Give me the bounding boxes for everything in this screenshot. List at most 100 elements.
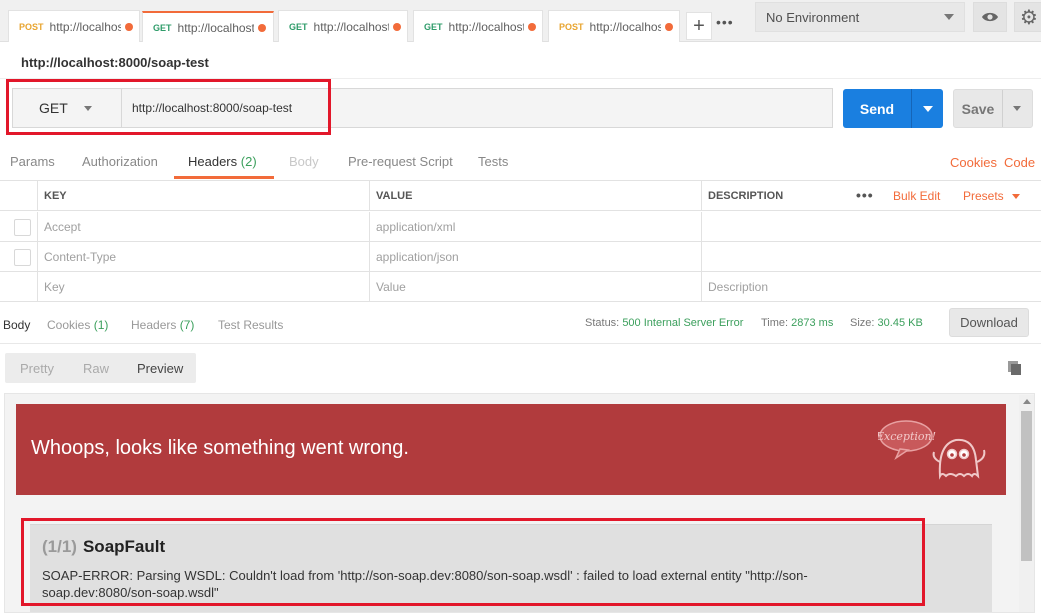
copy-icon[interactable] — [1007, 360, 1023, 376]
scroll-up-arrow-icon[interactable] — [1023, 399, 1031, 404]
response-time: Time: 2873 ms — [761, 317, 833, 329]
size-value: 30.45 KB — [877, 317, 923, 329]
response-tab-cookies-count: (1) — [93, 318, 109, 332]
chevron-down-icon — [944, 14, 954, 20]
exception-message: SOAP-ERROR: Parsing WSDL: Couldn't load … — [42, 568, 808, 600]
chevron-down-icon[interactable] — [923, 105, 933, 112]
row-checkbox[interactable] — [14, 248, 31, 266]
tab-headers[interactable]: Headers (2) — [188, 154, 257, 169]
divider — [911, 89, 912, 128]
tab-prerequest-script[interactable]: Pre-request Script — [348, 154, 453, 169]
exception-ghost-icon: Exception! — [878, 420, 986, 480]
row-checkbox-cell — [0, 242, 38, 272]
exception-title: (1/1) SoapFault — [42, 537, 165, 557]
send-button[interactable]: Send — [843, 89, 943, 128]
response-tab-cookies[interactable]: Cookies (1) — [47, 318, 108, 332]
response-tab-headers-count: (7) — [179, 318, 195, 332]
bulk-edit-link[interactable]: Bulk Edit — [893, 189, 940, 203]
tab-authorization[interactable]: Authorization — [82, 154, 158, 169]
response-preview: Whoops, looks like something went wrong.… — [4, 393, 1035, 613]
table-row: Accept application/xml — [0, 212, 1041, 242]
new-description-input[interactable]: Description — [702, 272, 1041, 302]
more-tabs-icon[interactable]: ••• — [716, 14, 734, 30]
view-raw-button[interactable]: Raw — [83, 361, 109, 376]
column-header-description: DESCRIPTION — [708, 190, 784, 202]
tab-method: GET — [289, 21, 308, 32]
request-tab[interactable]: GET http://localhost — [278, 10, 408, 42]
response-tab-cookies-label: Cookies — [47, 318, 91, 332]
divider — [1002, 90, 1003, 127]
gear-icon: ⚙ — [1020, 6, 1038, 29]
request-config-tabs: Params Authorization Headers (2) Body Pr… — [0, 148, 1041, 180]
view-preview-button[interactable]: Preview — [137, 361, 183, 376]
save-button-label: Save — [961, 100, 995, 117]
request-tab-bar: POST http://localhos GET http://localhos… — [0, 0, 1041, 42]
header-key-cell[interactable]: Content-Type — [38, 242, 370, 272]
presets-label: Presets — [963, 189, 1004, 203]
tab-tests[interactable]: Tests — [478, 154, 508, 169]
cookies-link[interactable]: Cookies — [950, 155, 997, 170]
eye-icon — [982, 12, 998, 22]
environment-select[interactable]: No Environment — [755, 2, 965, 32]
request-tab[interactable]: POST http://localhos — [548, 10, 680, 42]
environment-quick-look-button[interactable] — [973, 2, 1007, 32]
row-checkbox[interactable] — [14, 218, 31, 236]
request-tab[interactable]: GET http://localhost — [413, 10, 543, 42]
scrollbar-thumb[interactable] — [1021, 411, 1032, 561]
plus-icon: + — [693, 14, 705, 37]
request-tab-active[interactable]: GET http://localhost — [142, 11, 274, 42]
table-header-row: KEY VALUE DESCRIPTION ••• Bulk Edit Pres… — [0, 181, 1041, 211]
response-view-toggle: Pretty Raw Preview — [5, 353, 196, 383]
new-key-input[interactable]: Key — [38, 272, 370, 302]
exception-panel: (1/1) SoapFault SOAP-ERROR: Parsing WSDL:… — [30, 524, 992, 612]
headers-table: KEY VALUE DESCRIPTION ••• Bulk Edit Pres… — [0, 180, 1041, 302]
preview-scrollbar[interactable] — [1019, 395, 1034, 612]
status-label: Status: — [585, 317, 620, 329]
response-tab-body[interactable]: Body — [3, 318, 30, 332]
presets-link[interactable]: Presets — [963, 189, 1021, 203]
tab-params[interactable]: Params — [10, 154, 55, 169]
chevron-down-icon — [83, 105, 92, 111]
tab-method: POST — [19, 21, 44, 32]
http-method-value: GET — [39, 100, 68, 116]
request-url-input[interactable]: http://localhost:8000/soap-test — [122, 88, 833, 128]
response-size: Size: 30.45 KB — [850, 317, 923, 329]
new-value-input[interactable]: Value — [370, 272, 702, 302]
exception-badge-text: Exception! — [878, 430, 936, 443]
more-options-icon[interactable]: ••• — [856, 187, 874, 203]
response-tab-headers-label: Headers — [131, 318, 177, 332]
unsaved-dot-icon — [665, 22, 673, 31]
response-tabs: Body Cookies (1) Headers (7) Test Result… — [0, 308, 1041, 344]
http-method-select[interactable]: GET — [12, 88, 122, 128]
exception-index: (1/1) — [42, 537, 77, 556]
response-tab-headers[interactable]: Headers (7) — [131, 318, 194, 332]
header-key-cell[interactable]: Accept — [38, 212, 370, 242]
tab-url: http://localhost — [448, 19, 525, 34]
code-link[interactable]: Code — [1004, 155, 1035, 170]
download-button[interactable]: Download — [949, 308, 1029, 337]
response-tab-test-results[interactable]: Test Results — [218, 318, 283, 332]
save-button[interactable]: Save — [953, 89, 1033, 128]
unsaved-dot-icon — [528, 22, 536, 31]
settings-button[interactable]: ⚙ — [1014, 2, 1041, 32]
new-tab-button[interactable]: + — [686, 12, 712, 40]
request-url-value: http://localhost:8000/soap-test — [132, 101, 293, 115]
column-header-key: KEY — [38, 181, 370, 211]
header-description-cell[interactable] — [702, 212, 1041, 242]
response-status: Status: 500 Internal Server Error — [585, 317, 743, 329]
chevron-down-icon[interactable] — [1013, 106, 1021, 111]
error-banner: Whoops, looks like something went wrong.… — [16, 404, 1006, 495]
header-value-cell[interactable]: application/xml — [370, 212, 702, 242]
checkbox-column-header — [0, 181, 38, 211]
time-label: Time: — [761, 317, 789, 329]
view-pretty-button[interactable]: Pretty — [20, 361, 54, 376]
size-label: Size: — [850, 317, 875, 329]
unsaved-dot-icon — [257, 23, 266, 32]
header-description-cell[interactable] — [702, 242, 1041, 272]
tab-method: GET — [424, 21, 443, 32]
request-title: http://localhost:8000/soap-test — [21, 55, 209, 70]
tab-headers-label: Headers — [188, 154, 238, 169]
request-tab[interactable]: POST http://localhos — [8, 10, 140, 42]
tab-body[interactable]: Body — [289, 154, 319, 169]
header-value-cell[interactable]: application/json — [370, 242, 702, 272]
